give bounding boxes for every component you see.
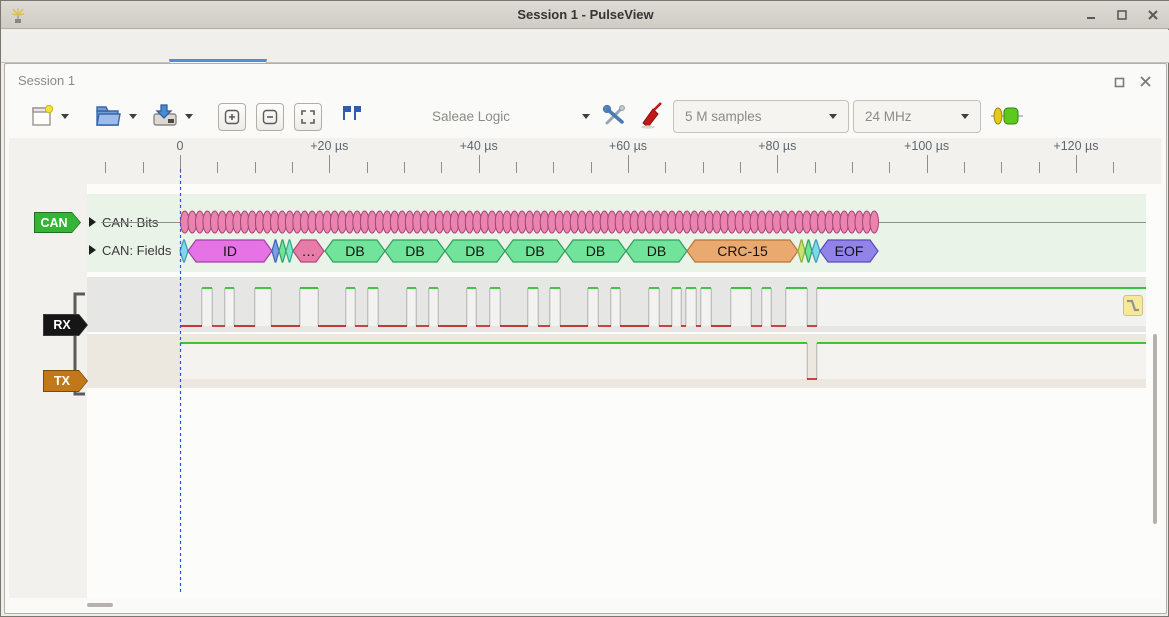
cursors-flags-icon: [338, 104, 362, 128]
can-fields-row-label: CAN: Fields: [102, 243, 171, 258]
zoom-fit-icon: [300, 109, 316, 125]
sample-rate-select[interactable]: 24 MHz: [853, 100, 981, 133]
ruler-minor-tick: [404, 162, 405, 173]
zoom-in-button[interactable]: [218, 103, 246, 131]
ruler-minor-tick: [217, 162, 218, 173]
sample-rate-value: 24 MHz: [865, 109, 912, 124]
ruler-minor-tick: [441, 162, 442, 173]
zoom-in-icon: [224, 109, 240, 125]
ruler-time-label: +80 µs: [758, 139, 796, 153]
ruler-minor-tick: [703, 162, 704, 173]
device-selector-value: Saleae Logic: [432, 109, 510, 124]
zoom-out-button[interactable]: [256, 103, 284, 131]
configure-device-button[interactable]: [602, 102, 628, 128]
ruler-major-tick: [479, 155, 480, 173]
open-folder-icon: [94, 102, 122, 129]
zoom-out-icon: [262, 109, 278, 125]
ruler-minor-tick: [553, 162, 554, 173]
save-file-button[interactable]: [151, 102, 179, 129]
ruler-time-label: +60 µs: [609, 139, 647, 153]
ruler-minor-tick: [665, 162, 666, 173]
decoder-tag-label: CAN: [34, 212, 81, 233]
ruler-minor-tick: [143, 162, 144, 173]
ruler-minor-tick: [964, 162, 965, 173]
vertical-scrollbar[interactable]: [1153, 334, 1157, 524]
ruler-major-tick: [180, 155, 181, 173]
ruler-major-tick: [777, 155, 778, 173]
ruler-minor-tick: [255, 162, 256, 173]
window-title: Session 1 - PulseView: [1, 7, 1169, 22]
pulseview-window: { "window": { "title": "Session 1 - Puls…: [0, 0, 1169, 617]
tx-trace-band: [87, 334, 1146, 388]
ruler-minor-tick: [367, 162, 368, 173]
subwindow-title: Session 1: [18, 73, 75, 88]
ruler-minor-tick: [740, 162, 741, 173]
ruler-minor-tick: [1113, 162, 1114, 173]
ruler-minor-tick: [591, 162, 592, 173]
ruler-minor-tick: [1001, 162, 1002, 173]
horizontal-scrollbar[interactable]: [87, 603, 113, 607]
tx-tag-label: TX: [43, 370, 88, 392]
decoder-tag-can[interactable]: CAN: [34, 212, 81, 233]
channel-tag-tx[interactable]: TX: [43, 370, 88, 392]
ruler-major-tick: [927, 155, 928, 173]
ruler-time-label: +40 µs: [460, 139, 498, 153]
ruler-minor-tick: [516, 162, 517, 173]
save-dropdown-caret[interactable]: [185, 114, 193, 119]
falling-edge-icon: [1125, 297, 1141, 314]
show-cursors-button[interactable]: [338, 104, 362, 128]
sample-count-caret: [829, 114, 837, 119]
subwindow-restore-icon[interactable]: [1111, 75, 1127, 89]
new-file-icon: [29, 103, 55, 129]
sample-rate-caret: [961, 114, 969, 119]
open-file-dropdown-caret[interactable]: [129, 114, 137, 119]
window-titlebar: Session 1 - PulseView: [1, 1, 1169, 29]
subwindow-close-icon[interactable]: [1136, 72, 1154, 90]
ruler-time-label: +120 µs: [1053, 139, 1098, 153]
device-selector[interactable]: Saleae Logic: [421, 100, 601, 133]
can-bits-expander-icon[interactable]: [89, 217, 96, 227]
can-bits-row-label: CAN: Bits: [102, 215, 158, 230]
decoder-trace-band: [87, 194, 1146, 272]
sample-count-value: 5 M samples: [685, 109, 762, 124]
window-controls: [1080, 6, 1164, 24]
configure-wrench-icon: [602, 102, 628, 128]
probe-icon: [639, 101, 665, 129]
can-fields-expander-icon[interactable]: [89, 245, 96, 255]
ruler-time-label: 0: [177, 139, 184, 153]
zoom-fit-button[interactable]: [294, 103, 322, 131]
close-icon[interactable]: [1142, 6, 1164, 24]
open-file-button[interactable]: [94, 102, 122, 129]
rx-tag-label: RX: [43, 314, 88, 336]
maximize-icon[interactable]: [1111, 6, 1133, 24]
ruler-major-tick: [329, 155, 330, 173]
trigger-marker-falling-edge[interactable]: [1123, 295, 1143, 316]
time-ruler[interactable]: 0 +20 µs +40 µs +60 µs +80 µs +100 µs +120 µs: [9, 138, 1161, 184]
channels-button[interactable]: [639, 101, 665, 129]
add-decoder-button[interactable]: [991, 106, 1023, 126]
minimize-icon[interactable]: [1080, 6, 1102, 24]
ruler-minor-tick: [815, 162, 816, 173]
sample-count-select[interactable]: 5 M samples: [673, 100, 849, 133]
ruler-minor-tick: [292, 162, 293, 173]
ruler-major-tick: [628, 155, 629, 173]
main-toolbar: Run Session 1: [1, 30, 1169, 63]
ruler-time-label: +20 µs: [310, 139, 348, 153]
ruler-minor-tick: [852, 162, 853, 173]
channel-tag-rx[interactable]: RX: [43, 314, 88, 336]
device-dropdown-caret: [582, 114, 590, 119]
new-file-button[interactable]: [29, 103, 55, 129]
ruler-minor-tick: [889, 162, 890, 173]
ruler-minor-tick: [1039, 162, 1040, 173]
rx-trace-band: [87, 277, 1146, 332]
ruler-major-tick: [1076, 155, 1077, 173]
save-icon: [151, 102, 179, 129]
add-decoder-icon: [991, 106, 1023, 126]
ruler-time-label: +100 µs: [904, 139, 949, 153]
ruler-minor-tick: [105, 162, 106, 173]
new-file-dropdown-caret[interactable]: [61, 114, 69, 119]
